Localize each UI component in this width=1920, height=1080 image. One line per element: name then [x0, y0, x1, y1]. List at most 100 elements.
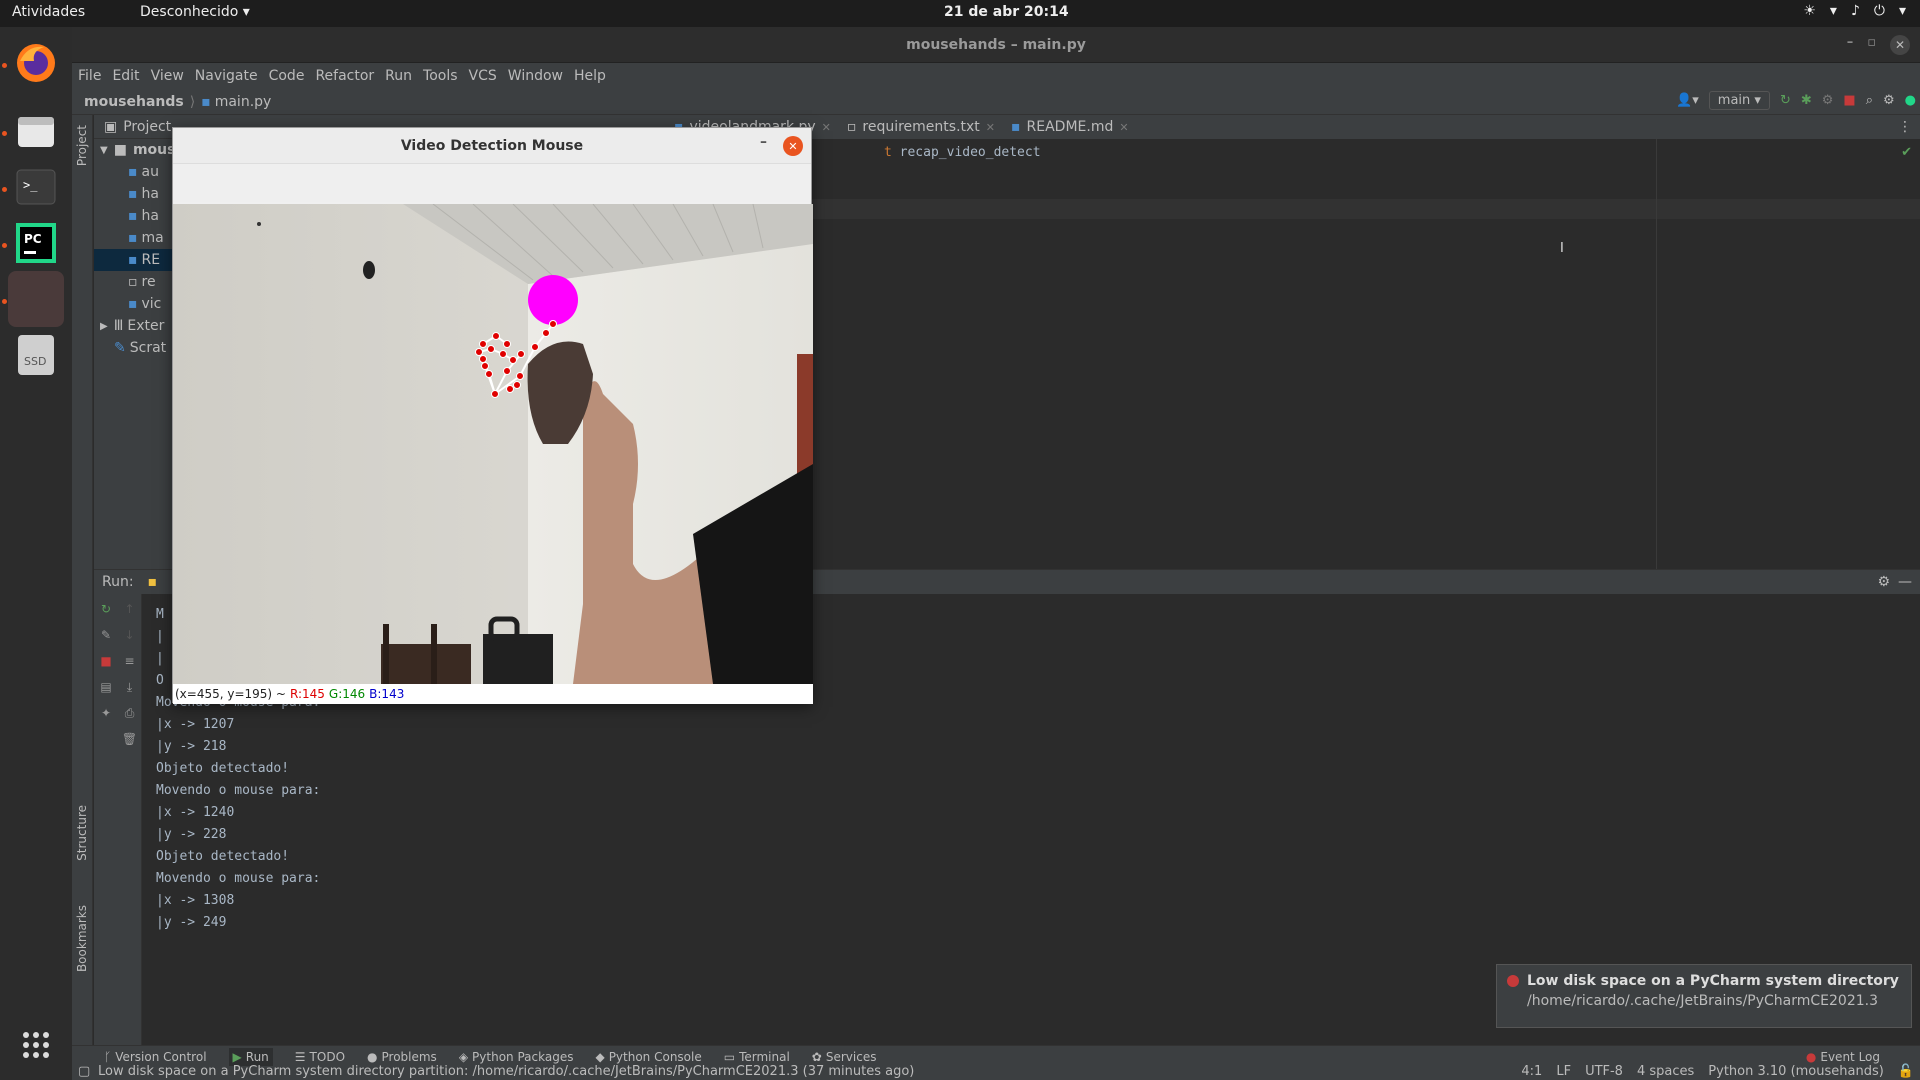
- brightness-icon: ☀: [1803, 3, 1816, 19]
- project-panel-title[interactable]: Project: [123, 119, 171, 135]
- tool-event-log[interactable]: ● Event Log: [1806, 1050, 1880, 1064]
- tab-readme[interactable]: ▪ README.md ✕: [1011, 119, 1129, 135]
- camera-frame[interactable]: [173, 204, 813, 684]
- running-indicator: [2, 131, 7, 136]
- close-icon[interactable]: ✕: [1890, 35, 1910, 55]
- tool-todo[interactable]: ☰ TODO: [295, 1050, 345, 1064]
- clock[interactable]: 21 de abr 20:14: [944, 4, 1069, 20]
- close-tab-icon[interactable]: ✕: [1119, 121, 1128, 134]
- wifi-icon: ▾: [1829, 3, 1837, 19]
- menu-tools[interactable]: Tools: [423, 68, 458, 84]
- terminal-icon[interactable]: >_: [8, 159, 64, 215]
- system-tray[interactable]: ☀ ▾ ♪ ⏻ ▾: [1803, 3, 1906, 19]
- drive-icon[interactable]: SSD: [8, 327, 64, 383]
- menu-window[interactable]: Window: [508, 68, 563, 84]
- run-config-select[interactable]: main ▾: [1708, 91, 1770, 110]
- app-menu[interactable]: Desconhecido ▾: [140, 4, 250, 20]
- rerun-icon[interactable]: ↻: [1780, 93, 1791, 108]
- menu-run[interactable]: Run: [385, 68, 412, 84]
- hand-landmark-point: [479, 355, 487, 363]
- video-detection-window[interactable]: Video Detection Mouse – ✕ (x=455, y=195)…: [172, 127, 813, 704]
- menu-navigate[interactable]: Navigate: [195, 68, 258, 84]
- low-disk-notification[interactable]: Low disk space on a PyCharm system direc…: [1496, 964, 1912, 1028]
- soft-wrap-icon[interactable]: ≡: [118, 654, 141, 672]
- indent-setting[interactable]: 4 spaces: [1637, 1064, 1694, 1079]
- tool-python-console[interactable]: ◆ Python Console: [595, 1050, 701, 1064]
- python-file-icon: ▪: [128, 164, 138, 180]
- hand-landmark-point: [479, 340, 487, 348]
- pin-icon[interactable]: ✦: [94, 706, 118, 724]
- lock-icon[interactable]: 🔓: [1898, 1064, 1914, 1079]
- pycharm-icon[interactable]: PC: [8, 215, 64, 271]
- minimize-icon[interactable]: –: [1847, 35, 1854, 55]
- menu-bar: File Edit View Navigate Code Refactor Ru…: [72, 63, 1920, 89]
- stop-icon[interactable]: ■: [1843, 93, 1855, 108]
- console-line: |x -> 1308: [156, 893, 235, 908]
- tool-python-packages[interactable]: ◈ Python Packages: [459, 1050, 574, 1064]
- tab-requirements[interactable]: ▫ requirements.txt ✕: [847, 119, 995, 135]
- firefox-icon[interactable]: [8, 35, 64, 91]
- menu-code[interactable]: Code: [269, 68, 305, 84]
- menu-view[interactable]: View: [151, 68, 184, 84]
- close-tab-icon[interactable]: ✕: [986, 121, 995, 134]
- vcs-user-icon[interactable]: 👤▾: [1676, 93, 1699, 108]
- print-icon[interactable]: ⎙: [118, 706, 141, 724]
- menu-help[interactable]: Help: [574, 68, 606, 84]
- caret-position[interactable]: 4:1: [1521, 1064, 1542, 1079]
- debug-icon[interactable]: ✱: [1801, 93, 1812, 108]
- active-app-slot[interactable]: [8, 271, 64, 327]
- search-icon[interactable]: ⌕: [1866, 93, 1873, 108]
- breadcrumb-file[interactable]: main.py: [215, 94, 272, 110]
- structure-tool-tab[interactable]: Structure: [75, 805, 89, 861]
- menu-edit[interactable]: Edit: [112, 68, 139, 84]
- activities-button[interactable]: Atividades: [12, 4, 85, 20]
- status-toggle-icon[interactable]: ▢: [78, 1064, 90, 1079]
- hand-landmark-point: [517, 350, 525, 358]
- arrow-down-icon[interactable]: ↓: [118, 628, 141, 646]
- close-icon[interactable]: ✕: [783, 136, 803, 156]
- svg-text:PC: PC: [24, 232, 42, 246]
- minimize-icon[interactable]: –: [760, 134, 767, 150]
- cv-window-titlebar[interactable]: Video Detection Mouse – ✕: [173, 128, 811, 164]
- maximize-icon[interactable]: ▫: [1867, 35, 1876, 55]
- wrench-icon[interactable]: ✎: [94, 628, 118, 646]
- more-tabs-icon[interactable]: ⋮: [1898, 119, 1912, 135]
- pixel-red: R:145: [289, 687, 325, 701]
- rerun-icon[interactable]: ↻: [94, 602, 118, 620]
- console-line: Movendo o mouse para:: [156, 783, 321, 798]
- hand-landmark-point: [516, 372, 524, 380]
- arrow-up-icon[interactable]: ↑: [118, 602, 141, 620]
- tool-problems[interactable]: ● Problems: [367, 1050, 437, 1064]
- line-separator[interactable]: LF: [1556, 1064, 1571, 1079]
- project-tool-tab[interactable]: Project: [75, 125, 89, 166]
- stop-icon[interactable]: ■: [94, 654, 118, 672]
- bookmarks-tool-tab[interactable]: Bookmarks: [75, 905, 89, 972]
- hand-landmark-point: [475, 348, 483, 356]
- file-encoding[interactable]: UTF-8: [1585, 1064, 1623, 1079]
- tool-run[interactable]: ▶ Run: [228, 1047, 273, 1066]
- menu-refactor[interactable]: Refactor: [315, 68, 374, 84]
- tool-terminal[interactable]: ▭ Terminal: [724, 1050, 790, 1064]
- hide-panel-icon[interactable]: —: [1898, 574, 1912, 590]
- breadcrumb-project[interactable]: mousehands: [84, 94, 184, 110]
- menu-vcs[interactable]: VCS: [469, 68, 497, 84]
- scroll-to-end-icon[interactable]: ⤓: [118, 680, 141, 698]
- coverage-icon[interactable]: ⚙: [1822, 93, 1834, 108]
- trash-icon[interactable]: 🗑: [118, 732, 141, 750]
- folder-icon: ▣: [104, 118, 118, 135]
- settings-icon[interactable]: ⚙: [1877, 574, 1890, 590]
- menu-file[interactable]: File: [78, 68, 101, 84]
- show-applications-icon[interactable]: [8, 1017, 64, 1073]
- files-icon[interactable]: [8, 103, 64, 159]
- ide-update-icon[interactable]: ●: [1905, 93, 1916, 108]
- tool-version-control[interactable]: ᚴ Version Control: [104, 1050, 207, 1064]
- status-message[interactable]: Low disk space on a PyCharm system direc…: [98, 1064, 914, 1079]
- tool-services[interactable]: ✿ Services: [812, 1050, 877, 1064]
- inspection-ok-icon[interactable]: ✔: [1901, 145, 1912, 160]
- hand-landmark-point: [491, 390, 499, 398]
- python-interpreter[interactable]: Python 3.10 (mousehands): [1708, 1064, 1884, 1079]
- layout-icon[interactable]: ▤: [94, 680, 118, 698]
- close-tab-icon[interactable]: ✕: [822, 121, 831, 134]
- python-run-tab-icon[interactable]: ▪: [148, 574, 158, 590]
- settings-icon[interactable]: ⚙: [1883, 93, 1895, 108]
